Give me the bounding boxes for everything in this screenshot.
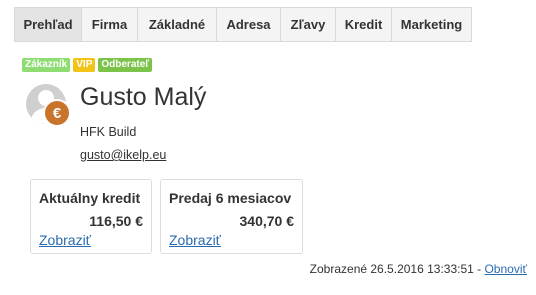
sales-card: Predaj 6 mesiacov 340,70 € Zobraziť [160,179,303,254]
tab-marketing[interactable]: Marketing [392,7,472,42]
tab-zlavy[interactable]: Zľavy [281,7,336,42]
badge-odberatel: Odberateľ [98,58,153,72]
show-sales-link[interactable]: Zobraziť [169,232,221,248]
company-name: HFK Build [80,125,137,139]
tab-adresa[interactable]: Adresa [217,7,281,42]
tab-zakladne[interactable]: Základné [138,7,217,42]
customer-email[interactable]: gusto@ikelp.eu [80,148,166,162]
badge-vip: VIP [73,58,96,72]
refresh-link[interactable]: Obnoviť [484,262,527,276]
card-value: 116,50 € [89,213,143,229]
last-updated: Zobrazené 26.5.2016 13:33:51 - Obnoviť [310,262,527,276]
badge-zakaznik: Zákazník [22,58,71,72]
tab-prehlad[interactable]: Prehľad [14,7,82,42]
customer-badges: Zákazník VIP Odberateľ [22,58,153,72]
customer-name: Gusto Malý [80,83,207,111]
euro-icon: € [43,99,71,127]
show-credit-link[interactable]: Zobraziť [39,232,91,248]
card-title: Predaj 6 mesiacov [169,190,292,206]
displayed-timestamp: Zobrazené 26.5.2016 13:33:51 - [309,262,485,276]
tab-kredit[interactable]: Kredit [336,7,392,42]
credit-card: Aktuálny kredit 116,50 € Zobraziť [30,179,152,254]
tab-bar: Prehľad Firma Základné Adresa Zľavy Kred… [14,7,472,42]
card-title: Aktuálny kredit [39,190,141,206]
tab-firma[interactable]: Firma [82,7,138,42]
card-value: 340,70 € [239,213,295,229]
